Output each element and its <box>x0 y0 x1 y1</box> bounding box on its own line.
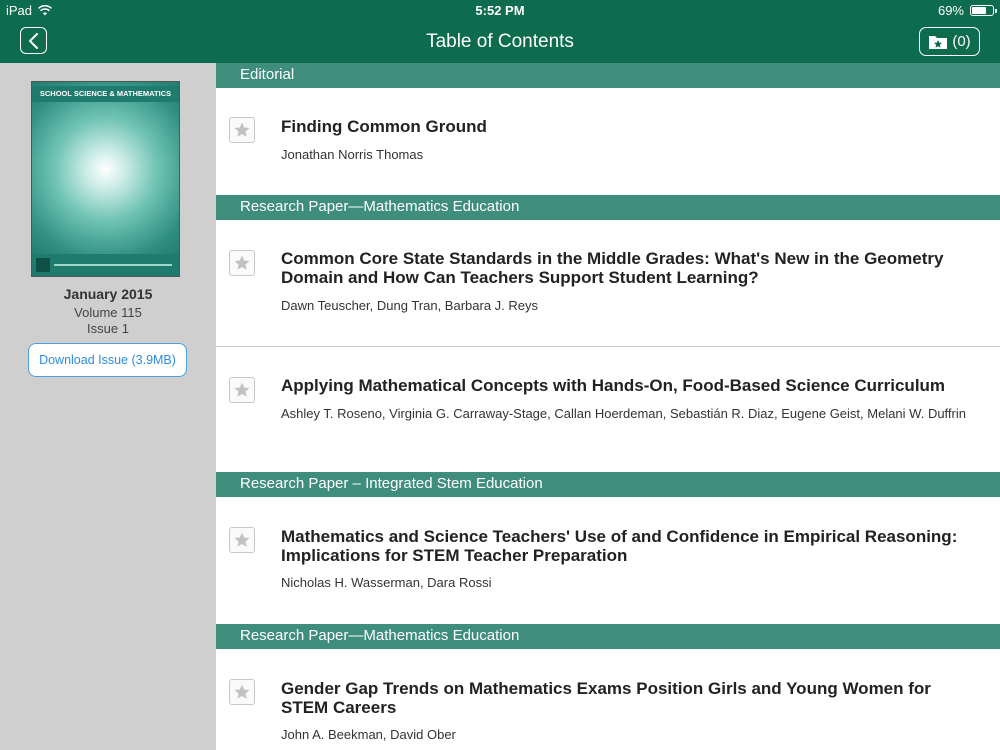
article-row[interactable]: Gender Gap Trends on Mathematics Exams P… <box>216 649 1000 750</box>
article-row[interactable]: Applying Mathematical Concepts with Hand… <box>216 347 1000 472</box>
star-icon <box>234 532 250 547</box>
star-icon <box>234 684 250 699</box>
issue-date: January 2015 <box>63 286 153 302</box>
page-title: Table of Contents <box>426 31 574 52</box>
article-title[interactable]: Finding Common Ground <box>281 117 981 136</box>
favorite-star-button[interactable] <box>229 377 255 403</box>
issue-sidebar: SCHOOL SCIENCE & MATHEMATICS January 201… <box>0 63 216 750</box>
status-time: 5:52 PM <box>475 3 525 18</box>
article-title[interactable]: Gender Gap Trends on Mathematics Exams P… <box>281 679 981 717</box>
saved-articles-button[interactable]: (0) <box>919 27 980 56</box>
section-header-math-education: Research Paper—Mathematics Education <box>216 624 1000 649</box>
article-authors: Dawn Teuscher, Dung Tran, Barbara J. Rey… <box>281 298 538 313</box>
cover-footer-line <box>54 264 172 266</box>
download-issue-button[interactable]: Download Issue (3.9MB) <box>28 343 187 377</box>
cover-title: SCHOOL SCIENCE & MATHEMATICS <box>32 86 179 102</box>
section-header-editorial: Editorial <box>216 63 1000 88</box>
favorite-star-button[interactable] <box>229 679 255 705</box>
issue-cover-image: SCHOOL SCIENCE & MATHEMATICS <box>31 81 180 277</box>
table-of-contents-list: Editorial Finding Common Ground Jonathan… <box>216 63 1000 750</box>
star-icon <box>234 122 250 137</box>
battery-icon <box>970 5 997 16</box>
issue-volume: Volume 115 <box>74 305 142 320</box>
section-header-math-education: Research Paper—Mathematics Education <box>216 195 1000 220</box>
star-icon <box>234 255 250 270</box>
article-title[interactable]: Mathematics and Science Teachers' Use of… <box>281 527 981 565</box>
favorite-star-button[interactable] <box>229 250 255 276</box>
article-authors: John A. Beekman, David Ober <box>281 727 456 742</box>
cover-footer <box>32 254 179 276</box>
saved-count: (0) <box>952 33 971 50</box>
cover-logo-icon <box>36 258 50 272</box>
star-icon <box>234 382 250 397</box>
issue-number: Issue 1 <box>87 321 129 336</box>
folder-star-icon <box>929 36 948 49</box>
battery-percent: 69% <box>937 3 964 18</box>
article-row[interactable]: Common Core State Standards in the Middl… <box>216 220 1000 346</box>
article-authors: Nicholas H. Wasserman, Dara Rossi <box>281 575 492 590</box>
status-bar: iPad 5:52 PM 69% <box>0 0 1000 20</box>
article-authors: Ashley T. Roseno, Virginia G. Carraway-S… <box>281 406 966 421</box>
favorite-star-button[interactable] <box>229 527 255 553</box>
favorite-star-button[interactable] <box>229 117 255 143</box>
article-title[interactable]: Common Core State Standards in the Middl… <box>281 249 981 287</box>
article-row[interactable]: Mathematics and Science Teachers' Use of… <box>216 497 1000 624</box>
section-header-integrated-stem: Research Paper – Integrated Stem Educati… <box>216 472 1000 497</box>
article-title[interactable]: Applying Mathematical Concepts with Hand… <box>281 376 981 395</box>
article-row[interactable]: Finding Common Ground Jonathan Norris Th… <box>216 88 1000 195</box>
navigation-bar: Table of Contents (0) <box>0 20 1000 63</box>
article-authors: Jonathan Norris Thomas <box>281 147 424 162</box>
